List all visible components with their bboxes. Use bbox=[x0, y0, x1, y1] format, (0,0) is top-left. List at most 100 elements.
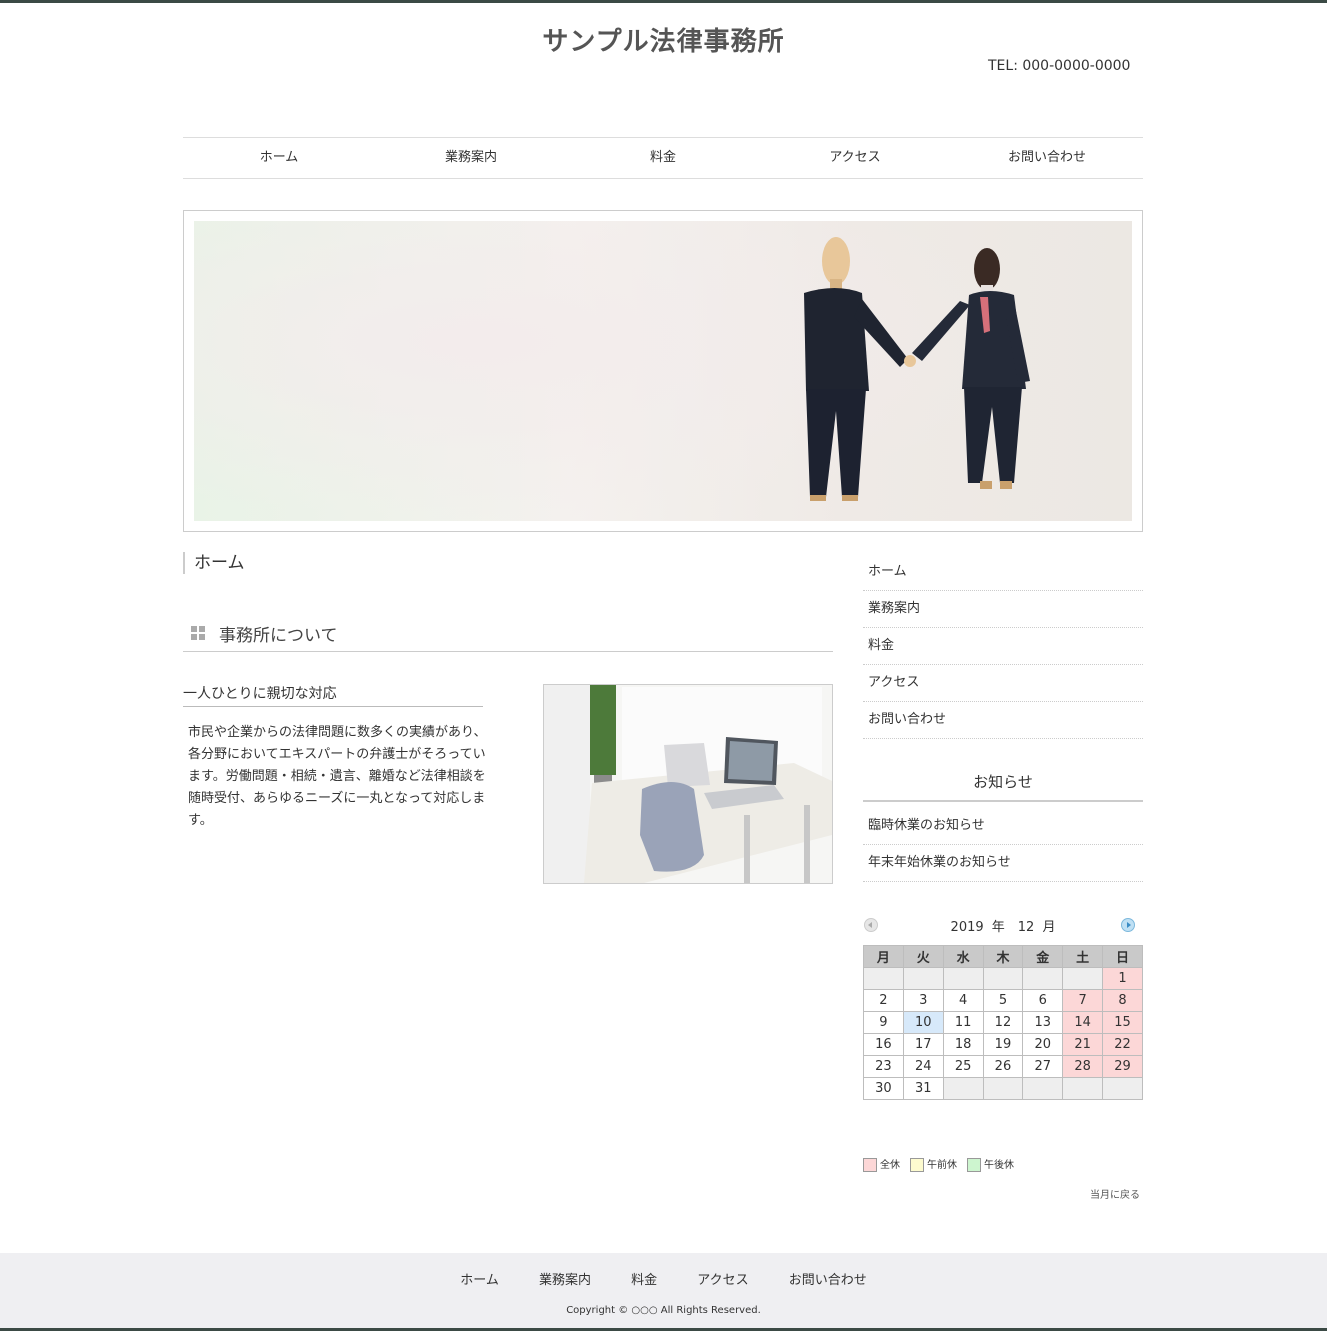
office-photo bbox=[543, 684, 833, 884]
calendar-day-cell: 16 bbox=[863, 1033, 904, 1056]
sidebar-item-contact[interactable]: お問い合わせ bbox=[863, 702, 1143, 739]
calendar-day-cell: 26 bbox=[982, 1055, 1024, 1078]
calendar-day-cell: 31 bbox=[902, 1077, 944, 1100]
footer-nav-access[interactable]: アクセス bbox=[697, 1273, 748, 1288]
calendar-empty-cell bbox=[942, 967, 984, 990]
calendar-day-cell: 13 bbox=[1022, 1011, 1064, 1034]
calendar-day-cell: 20 bbox=[1022, 1033, 1064, 1056]
sidebar-item-fees[interactable]: 料金 bbox=[863, 628, 1143, 665]
nav-item-services[interactable]: 業務案内 bbox=[375, 138, 567, 178]
news-item[interactable]: 臨時休業のお知らせ bbox=[863, 808, 1143, 845]
legend-label: 午前休 bbox=[927, 1160, 957, 1171]
calendar-day-cell: 4 bbox=[942, 989, 984, 1012]
calendar-title: 2019 年 12 月 bbox=[950, 920, 1056, 935]
weekday-sun: 日 bbox=[1102, 945, 1143, 968]
phone-number: TEL: 000-0000-0000 bbox=[988, 58, 1131, 74]
weekday-wed: 水 bbox=[942, 945, 984, 968]
subsection-title: 一人ひとりに親切な対応 bbox=[183, 683, 483, 707]
calendar-empty-cell bbox=[1062, 967, 1104, 990]
calendar-week-row: 2345678 bbox=[863, 989, 1143, 1012]
calendar-week-row: 9 10 11 12 13 14 15 bbox=[863, 1011, 1143, 1034]
calendar-day-cell: 21 bbox=[1062, 1033, 1104, 1056]
legend-item-full-day: 全休 bbox=[863, 1158, 900, 1173]
intro-text: 市民や企業からの法律問題に数多くの実績があり、各分野においてエキスパートの弁護士… bbox=[188, 725, 487, 828]
office-desk-illustration bbox=[544, 685, 832, 883]
calendar-day-cell: 15 bbox=[1102, 1011, 1143, 1034]
calendar-empty-cell bbox=[982, 967, 1024, 990]
calendar-empty-cell bbox=[902, 967, 944, 990]
calendar-day-cell: 2 bbox=[863, 989, 904, 1012]
calendar-empty-cell bbox=[1022, 967, 1064, 990]
calendar-day-cell: 24 bbox=[902, 1055, 944, 1078]
footer-nav-services[interactable]: 業務案内 bbox=[539, 1273, 591, 1288]
weekday-thu: 木 bbox=[982, 945, 1024, 968]
calendar-day-cell: 12 bbox=[982, 1011, 1024, 1034]
calendar-day-cell: 30 bbox=[863, 1077, 904, 1100]
handshake-figures-illustration bbox=[194, 221, 1132, 521]
section-title: 事務所について bbox=[219, 626, 338, 646]
calendar-legend: 全休 午前休 午後休 bbox=[863, 1158, 1024, 1173]
section-header: 事務所について bbox=[183, 617, 833, 652]
global-nav: ホーム 業務案内 料金 アクセス お問い合わせ bbox=[183, 137, 1143, 179]
calendar-empty-cell bbox=[1062, 1077, 1104, 1100]
calendar-week-row: 1 bbox=[863, 967, 1143, 990]
next-month-icon[interactable] bbox=[1121, 918, 1135, 932]
weekday-tue: 火 bbox=[902, 945, 944, 968]
news-list: 臨時休業のお知らせ 年末年始休業のお知らせ bbox=[863, 808, 1143, 882]
back-to-current-month-link[interactable]: 当月に戻る bbox=[1090, 1186, 1140, 1201]
nav-item-fees[interactable]: 料金 bbox=[567, 138, 759, 178]
legend-item-afternoon-off: 午後休 bbox=[967, 1158, 1014, 1173]
calendar-day-cell: 9 bbox=[863, 1011, 904, 1034]
hero-banner bbox=[183, 210, 1143, 532]
calendar-empty-cell bbox=[1022, 1077, 1064, 1100]
hero-image-handshake bbox=[194, 221, 1132, 521]
calendar-day-cell: 28 bbox=[1062, 1055, 1104, 1078]
calendar-day-cell: 22 bbox=[1102, 1033, 1143, 1056]
nav-item-contact[interactable]: お問い合わせ bbox=[951, 138, 1143, 178]
footer-nav-fees[interactable]: 料金 bbox=[631, 1273, 657, 1288]
calendar-day-cell: 7 bbox=[1062, 989, 1104, 1012]
weekday-mon: 月 bbox=[863, 945, 904, 968]
legend-swatch bbox=[910, 1158, 924, 1172]
calendar-empty-cell bbox=[1102, 1077, 1143, 1100]
calendar-week-row: 23 24 25 26 27 28 29 bbox=[863, 1055, 1143, 1078]
calendar-day-cell: 3 bbox=[902, 989, 944, 1012]
calendar-week-row: 30 31 bbox=[863, 1077, 1143, 1100]
copyright: Copyright © ○○○ All Rights Reserved. bbox=[566, 1305, 761, 1316]
sidebar-item-access[interactable]: アクセス bbox=[863, 665, 1143, 702]
footer-nav-home[interactable]: ホーム bbox=[460, 1273, 499, 1288]
calendar-day-cell: 17 bbox=[902, 1033, 944, 1056]
calendar-day-cell: 25 bbox=[942, 1055, 984, 1078]
business-calendar: 月 火 水 木 金 土 日 1 2 3 4 5 6 7 8 9 10 11 12 13 14 15 16 17 1… bbox=[863, 945, 1143, 1100]
calendar-day-cell: 1 bbox=[1102, 967, 1143, 990]
calendar-day-cell: 11 bbox=[942, 1011, 984, 1034]
calendar-day-cell: 19 bbox=[982, 1033, 1024, 1056]
calendar-day-cell: 29 bbox=[1102, 1055, 1143, 1078]
weekday-fri: 金 bbox=[1022, 945, 1064, 968]
calendar-empty-cell bbox=[982, 1077, 1024, 1100]
legend-item-morning-off: 午前休 bbox=[910, 1158, 957, 1173]
footer: ホーム 業務案内 料金 アクセス お問い合わせ Copyright © ○○○ … bbox=[0, 1253, 1327, 1331]
calendar-empty-cell bbox=[863, 967, 904, 990]
calendar-header: 2019 年 12 月 bbox=[863, 913, 1143, 937]
calendar-day-cell: 10 bbox=[902, 1011, 944, 1034]
news-heading: お知らせ bbox=[863, 771, 1143, 802]
nav-item-access[interactable]: アクセス bbox=[759, 138, 951, 178]
legend-swatch bbox=[863, 1158, 877, 1172]
calendar-empty-cell bbox=[942, 1077, 984, 1100]
nav-item-home[interactable]: ホーム bbox=[183, 138, 375, 178]
sidebar-item-home[interactable]: ホーム bbox=[863, 554, 1143, 591]
weekday-sat: 土 bbox=[1062, 945, 1104, 968]
sidebar-item-services[interactable]: 業務案内 bbox=[863, 591, 1143, 628]
sidebar-menu: ホーム 業務案内 料金 アクセス お問い合わせ bbox=[863, 554, 1143, 739]
calendar-day-cell: 18 bbox=[942, 1033, 984, 1056]
calendar-day-cell: 23 bbox=[863, 1055, 904, 1078]
news-item[interactable]: 年末年始休業のお知らせ bbox=[863, 845, 1143, 882]
calendar-day-cell: 27 bbox=[1022, 1055, 1064, 1078]
site-title[interactable]: サンプル法律事務所 bbox=[0, 21, 1327, 58]
footer-nav-contact[interactable]: お問い合わせ bbox=[789, 1273, 867, 1288]
grid-icon bbox=[191, 626, 205, 640]
calendar-day-cell: 5 bbox=[982, 989, 1024, 1012]
legend-label: 全休 bbox=[880, 1160, 900, 1171]
breadcrumb: ホーム bbox=[183, 552, 245, 574]
